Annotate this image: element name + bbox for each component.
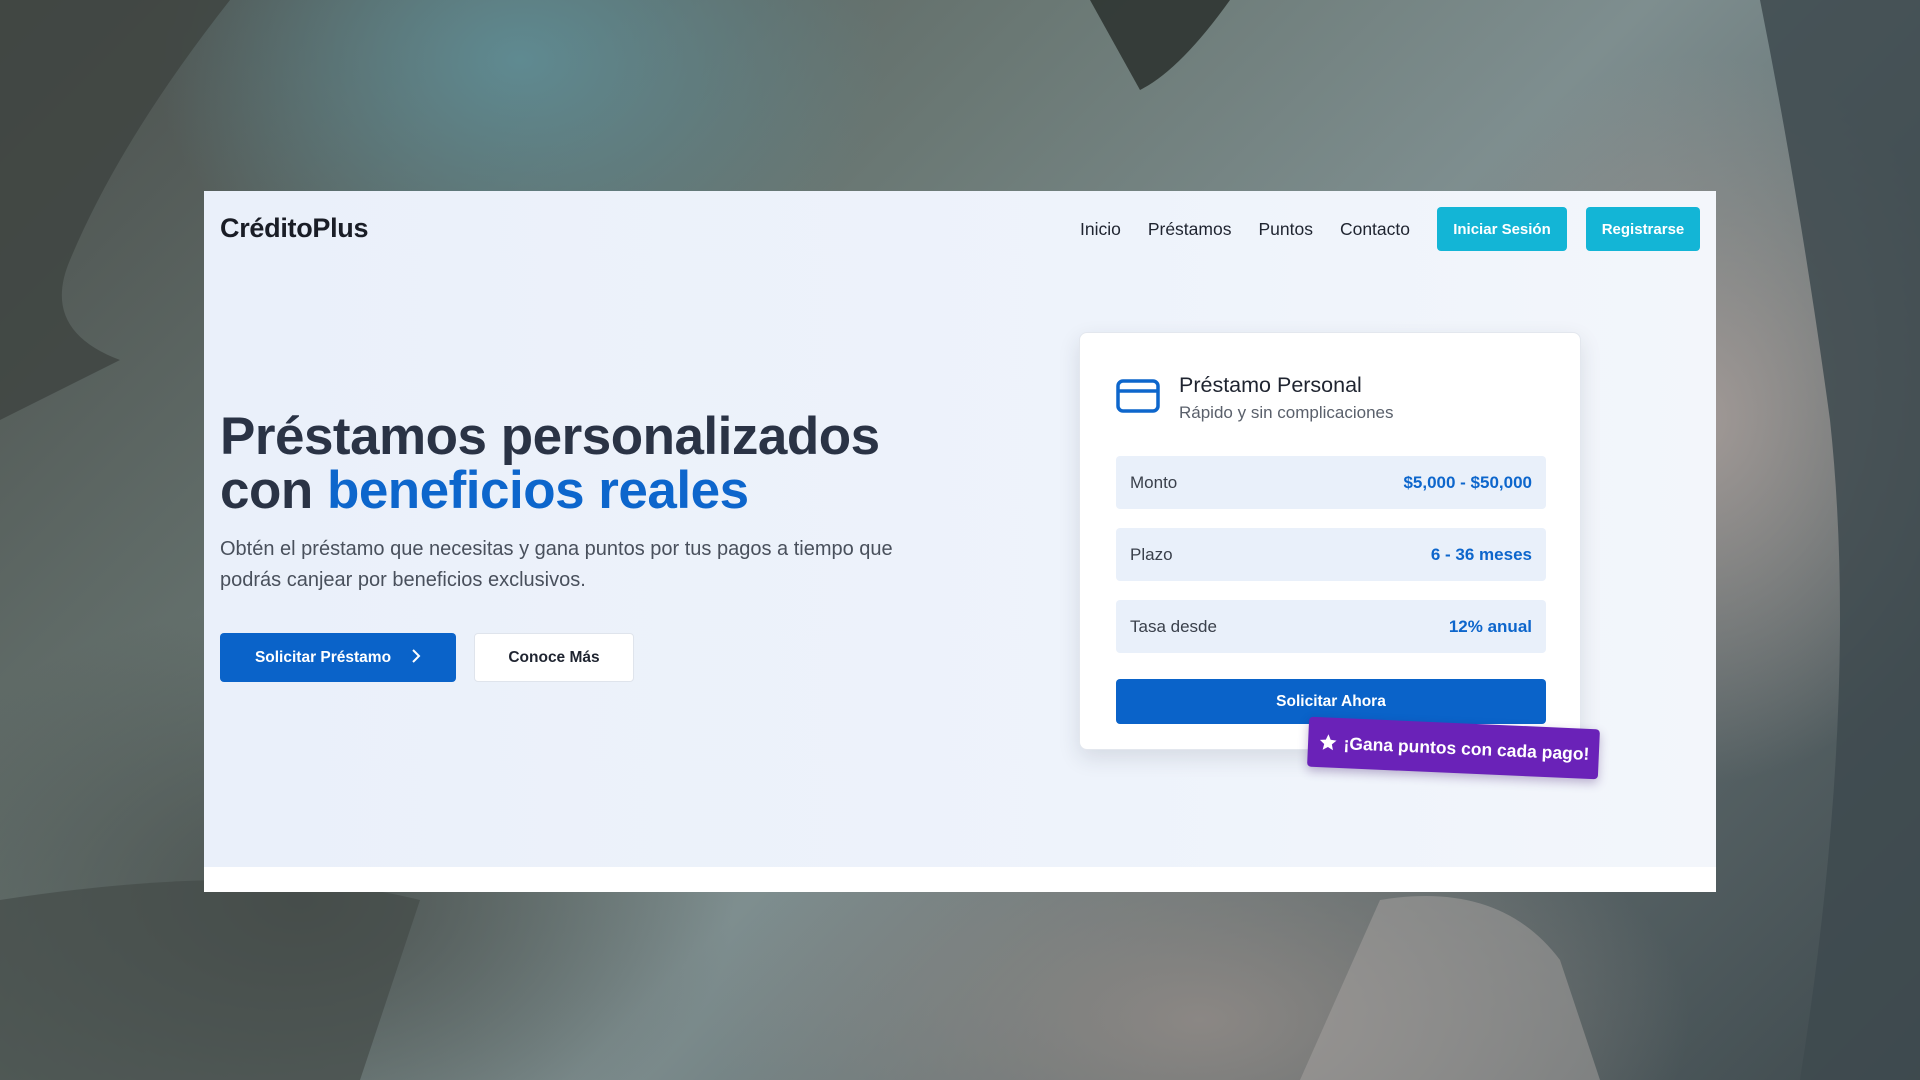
- card-subtitle: Rápido y sin complicaciones: [1179, 403, 1394, 422]
- login-button[interactable]: Iniciar Sesión: [1437, 207, 1567, 251]
- nav-link-prestamos[interactable]: Préstamos: [1148, 207, 1232, 251]
- loan-card: Préstamo Personal Rápido y sin complicac…: [1079, 332, 1581, 750]
- loan-term-row: Plazo 6 - 36 meses: [1116, 528, 1546, 581]
- loan-amount-row: Monto $5,000 - $50,000: [1116, 456, 1546, 509]
- landing-page: CréditoPlus Inicio Préstamos Puntos Cont…: [204, 191, 1716, 867]
- row-label: Plazo: [1130, 544, 1173, 564]
- hero-title: Préstamos personalizados con beneficios …: [220, 410, 940, 518]
- star-icon: [1317, 732, 1338, 753]
- browser-window: CréditoPlus Inicio Préstamos Puntos Cont…: [204, 191, 1716, 892]
- nav-link-inicio[interactable]: Inicio: [1080, 207, 1121, 251]
- learn-more-button[interactable]: Conoce Más: [474, 633, 634, 682]
- loan-rate-row: Tasa desde 12% anual: [1116, 600, 1546, 653]
- hero-subtitle: Obtén el préstamo que necesitas y gana p…: [220, 538, 893, 591]
- brand-logo[interactable]: CréditoPlus: [220, 213, 369, 244]
- row-label: Monto: [1130, 472, 1178, 492]
- row-value: $5,000 - $50,000: [1403, 472, 1532, 492]
- request-loan-label: Solicitar Préstamo: [254, 648, 392, 666]
- nav-link-contacto[interactable]: Contacto: [1340, 207, 1410, 251]
- row-label: Tasa desde: [1130, 616, 1217, 636]
- row-value: 6 - 36 meses: [1430, 544, 1532, 564]
- page-bottom-strip: [204, 867, 1716, 892]
- credit-card-icon: [1116, 379, 1160, 413]
- row-value: 12% anual: [1448, 616, 1532, 636]
- main-nav: Inicio Préstamos Puntos Contacto Iniciar…: [1080, 207, 1700, 251]
- nav-link-puntos[interactable]: Puntos: [1258, 207, 1312, 251]
- chevron-right-icon: [411, 648, 421, 667]
- hero-title-accent: beneficios reales: [326, 461, 749, 520]
- request-loan-button[interactable]: Solicitar Préstamo: [220, 633, 456, 682]
- register-button[interactable]: Registrarse: [1586, 207, 1700, 251]
- hero-title-line1: Préstamos personalizados: [220, 407, 880, 466]
- hero-title-line2: con: [220, 461, 327, 520]
- card-title: Préstamo Personal: [1179, 373, 1362, 397]
- badge-text: ¡Gana puntos con cada pago!: [1343, 732, 1590, 764]
